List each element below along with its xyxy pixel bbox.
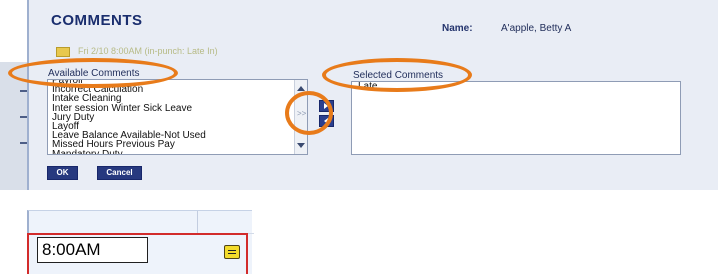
strip-tick — [20, 90, 27, 92]
selected-comments-list[interactable]: Late — [351, 81, 681, 155]
grid-line — [197, 211, 198, 233]
scroll-up-icon[interactable] — [297, 86, 305, 91]
annotation-ellipse — [322, 58, 472, 92]
name-label: Name: — [442, 23, 473, 34]
comments-dialog: COMMENTS Name: A'apple, Betty A Fri 2/10… — [27, 0, 718, 190]
dialog-title: COMMENTS — [51, 12, 143, 29]
punch-info-text: Fri 2/10 8:00AM (in-punch: Late In) — [78, 46, 218, 56]
time-input[interactable] — [38, 238, 147, 262]
available-comments-list[interactable]: Payroll Incorrect Calculation Intake Clean… — [47, 79, 308, 155]
punch-flag-icon — [56, 46, 70, 57]
annotation-ellipse — [8, 58, 178, 88]
ok-button[interactable]: OK — [47, 166, 78, 180]
annotation-ellipse — [285, 91, 333, 135]
note-line — [228, 253, 236, 254]
strip-tick — [20, 142, 27, 144]
available-comment-item[interactable]: Mandatory Duty — [52, 149, 293, 154]
employee-name: A'apple, Betty A — [501, 23, 572, 34]
comment-note-icon[interactable] — [224, 245, 240, 259]
available-comment-item[interactable]: Jury Duty — [52, 112, 293, 122]
punch-info: Fri 2/10 8:00AM (in-punch: Late In) — [56, 46, 218, 57]
cancel-button[interactable]: Cancel — [97, 166, 142, 180]
scroll-down-icon[interactable] — [297, 143, 305, 148]
strip-tick — [20, 116, 27, 118]
time-in-field[interactable] — [37, 237, 148, 263]
note-line — [228, 250, 236, 251]
